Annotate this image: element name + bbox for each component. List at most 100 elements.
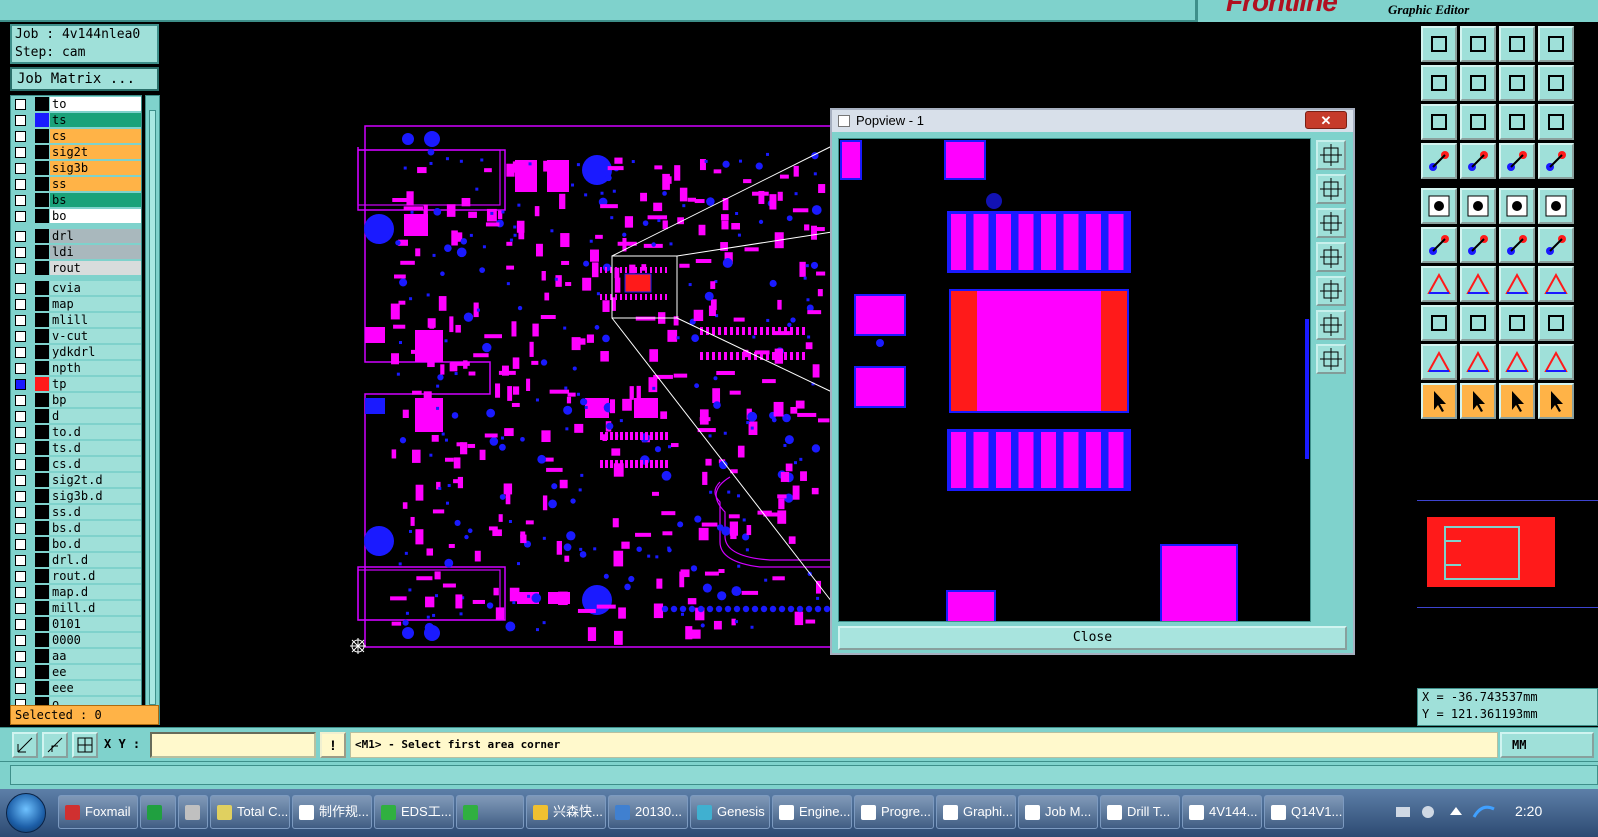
popview-titlebar[interactable]: Popview - 1 ✕ (832, 110, 1353, 132)
move-left-icon[interactable] (1421, 65, 1457, 101)
layer-name[interactable]: 0000 (50, 633, 141, 647)
pointer-select-icon[interactable] (1499, 383, 1535, 419)
layer-row[interactable]: bo.d (11, 536, 141, 552)
pan-right-icon[interactable] (1316, 276, 1346, 306)
center-view-icon[interactable] (1460, 104, 1496, 140)
line-icon[interactable] (1460, 305, 1496, 341)
taskbar-item[interactable]: Q14V1... (1264, 795, 1344, 829)
zoom-in-icon[interactable] (1316, 174, 1346, 204)
layer-color-swatch[interactable] (35, 161, 49, 175)
measure-icon[interactable] (42, 732, 68, 758)
layer-color-swatch[interactable] (35, 297, 49, 311)
layer-color-swatch[interactable] (35, 361, 49, 375)
layer-row[interactable]: mill.d (11, 600, 141, 616)
layer-checkbox[interactable] (15, 411, 26, 422)
layer-row[interactable]: cs.d (11, 456, 141, 472)
overview-thumbnail[interactable] (1417, 500, 1598, 608)
layer-checkbox[interactable] (15, 331, 26, 342)
layer-name[interactable]: ss (50, 177, 141, 191)
layer-checkbox[interactable] (15, 507, 26, 518)
layer-row[interactable]: drl.d (11, 552, 141, 568)
layer-color-swatch[interactable] (35, 633, 49, 647)
probe-icon[interactable] (1460, 143, 1496, 179)
layer-color-swatch[interactable] (35, 681, 49, 695)
taskbar-item[interactable] (456, 795, 524, 829)
layer-color-swatch[interactable] (35, 601, 49, 615)
taskbar-item[interactable] (178, 795, 208, 829)
popview-close-button[interactable]: Close (838, 626, 1347, 650)
start-button[interactable] (6, 793, 46, 833)
taskbar-item[interactable]: 4V144... (1182, 795, 1262, 829)
layer-row[interactable]: sig2t (11, 144, 141, 160)
layer-checkbox[interactable] (15, 683, 26, 694)
layer-name[interactable]: sig2t.d (50, 473, 141, 487)
layer-checkbox[interactable] (15, 619, 26, 630)
layer-name[interactable]: ydkdrl (50, 345, 141, 359)
layer-name[interactable]: ts.d (50, 441, 141, 455)
layer-checkbox[interactable] (15, 475, 26, 486)
layer-color-swatch[interactable] (35, 521, 49, 535)
text-outline-icon[interactable] (1499, 344, 1535, 380)
layer-color-swatch[interactable] (35, 425, 49, 439)
draw-line-icon[interactable] (1460, 188, 1496, 224)
circle-icon[interactable] (1538, 188, 1574, 224)
layer-checkbox[interactable] (15, 347, 26, 358)
layer-color-swatch[interactable] (35, 409, 49, 423)
layer-color-swatch[interactable] (35, 553, 49, 567)
layer-row[interactable]: aa (11, 648, 141, 664)
job-matrix-button[interactable]: Job Matrix ... (10, 67, 159, 91)
taskbar-item[interactable]: 兴森快... (526, 795, 606, 829)
layer-color-swatch[interactable] (35, 97, 49, 111)
layer-color-swatch[interactable] (35, 489, 49, 503)
layer-name[interactable]: bs (50, 193, 141, 207)
frame-icon[interactable] (1538, 26, 1574, 62)
layer-color-swatch[interactable] (35, 177, 49, 191)
pointer-frame-icon[interactable] (1460, 383, 1496, 419)
layer-color-swatch[interactable] (35, 329, 49, 343)
taskbar-item[interactable] (140, 795, 176, 829)
taskbar-item[interactable]: Job M... (1018, 795, 1098, 829)
layer-name[interactable]: ldi (50, 245, 141, 259)
layer-checkbox[interactable] (15, 491, 26, 502)
layer-color-swatch[interactable] (35, 193, 49, 207)
layer-checkbox[interactable] (15, 231, 26, 242)
layer-scrollbar[interactable] (145, 95, 160, 725)
layer-name[interactable]: ee (50, 665, 141, 679)
arc-icon[interactable] (1499, 266, 1535, 302)
layer-row[interactable]: npth (11, 360, 141, 376)
layer-name[interactable]: map.d (50, 585, 141, 599)
layer-color-swatch[interactable] (35, 113, 49, 127)
taskbar-item[interactable]: Graphi... (936, 795, 1016, 829)
layer-color-swatch[interactable] (35, 441, 49, 455)
layer-checkbox[interactable] (15, 363, 26, 374)
taskbar-item[interactable]: 20130... (608, 795, 688, 829)
layer-row[interactable]: rout (11, 260, 141, 276)
layer-name[interactable]: rout.d (50, 569, 141, 583)
layer-name[interactable]: cs (50, 129, 141, 143)
layer-name[interactable]: sig3b (50, 161, 141, 175)
layer-checkbox[interactable] (15, 147, 26, 158)
layer-checkbox[interactable] (15, 211, 26, 222)
connect-icon[interactable] (1421, 227, 1457, 263)
layer-checkbox[interactable] (15, 539, 26, 550)
layer-name[interactable]: ts (50, 113, 141, 127)
tray-icons[interactable] (1390, 795, 1510, 829)
measure-tool-icon[interactable] (1421, 143, 1457, 179)
scroll-thumb[interactable] (149, 110, 156, 705)
layer-row[interactable]: ydkdrl (11, 344, 141, 360)
layer-row[interactable]: map.d (11, 584, 141, 600)
layer-row[interactable]: sig3b (11, 160, 141, 176)
layer-checkbox[interactable] (15, 179, 26, 190)
layer-row[interactable]: sig3b.d (11, 488, 141, 504)
symbol-icon[interactable] (1538, 344, 1574, 380)
layer-name[interactable]: to (50, 97, 141, 111)
layer-checkbox[interactable] (15, 571, 26, 582)
angle-icon[interactable] (1421, 266, 1457, 302)
layer-row[interactable]: map (11, 296, 141, 312)
select-icon[interactable] (1421, 188, 1457, 224)
layer-checkbox[interactable] (15, 523, 26, 534)
taskbar-item[interactable]: Progre... (854, 795, 934, 829)
layer-row[interactable]: ldi (11, 244, 141, 260)
layer-row[interactable]: ts (11, 112, 141, 128)
taskbar-item[interactable]: Drill T... (1100, 795, 1180, 829)
